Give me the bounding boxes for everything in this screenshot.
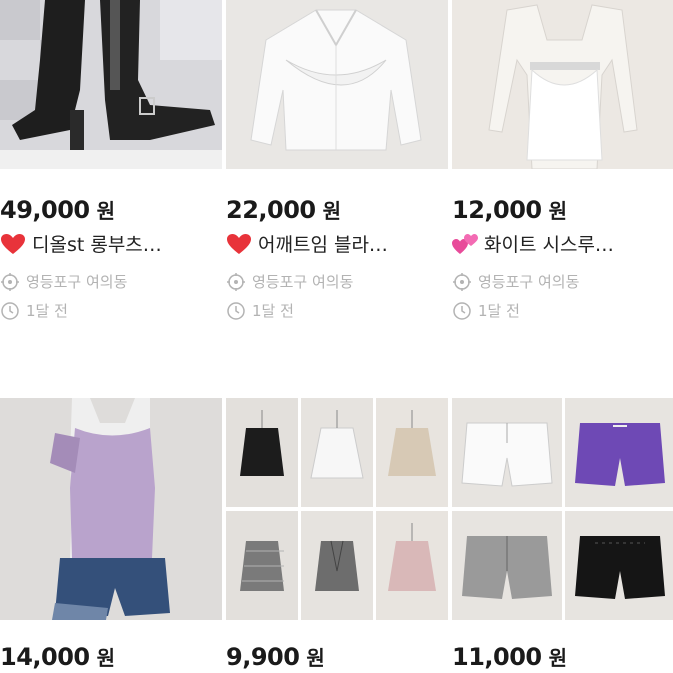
- listing-card[interactable]: 9,900 원: [226, 398, 448, 671]
- listing-title[interactable]: 화이트 시스루…: [452, 230, 673, 257]
- clock-icon: [453, 301, 471, 320]
- listing-card[interactable]: 49,000 원 디올st 롱부츠… 영등포구 여의동 1달 전: [0, 0, 222, 321]
- listing-price: 11,000 원: [452, 643, 567, 671]
- listing-price: 22,000 원: [226, 196, 341, 224]
- listing-photo-dress[interactable]: [452, 0, 673, 169]
- listing-photo-collage-skirts[interactable]: [226, 398, 448, 620]
- listing-price: 12,000 원: [452, 196, 567, 224]
- red-heart-icon: [227, 233, 251, 254]
- listing-location: 영등포구 여의동: [0, 271, 222, 292]
- two-hearts-icon: [452, 233, 478, 254]
- listing-card[interactable]: 22,000 원 어깨트임 블라… 영등포구 여의동 1달 전: [226, 0, 448, 321]
- listing-card[interactable]: 14,000 원: [0, 398, 222, 671]
- listing-photo-collage-shorts[interactable]: [452, 398, 673, 620]
- listing-card[interactable]: 11,000 원: [452, 398, 673, 671]
- listing-time: 1달 전: [226, 300, 448, 321]
- listing-price: 49,000 원: [0, 196, 115, 224]
- listing-title[interactable]: 디올st 롱부츠…: [0, 230, 222, 257]
- listing-price: 14,000 원: [0, 643, 115, 671]
- listing-grid: 49,000 원 디올st 롱부츠… 영등포구 여의동 1달 전 22,000 원: [0, 0, 673, 673]
- listing-photo-top-shorts[interactable]: [0, 398, 222, 620]
- clock-icon: [1, 301, 19, 320]
- listing-time: 1달 전: [0, 300, 222, 321]
- listing-card[interactable]: 12,000 원 화이트 시스루… 영등포구 여의동 1달 전: [452, 0, 673, 321]
- listing-photo-blouse[interactable]: [226, 0, 448, 169]
- location-target-icon: [453, 272, 471, 291]
- clock-icon: [227, 301, 245, 320]
- red-heart-icon: [1, 233, 25, 254]
- listing-time: 1달 전: [452, 300, 673, 321]
- listing-price: 9,900 원: [226, 643, 325, 671]
- listing-title[interactable]: 어깨트임 블라…: [226, 230, 448, 257]
- location-target-icon: [227, 272, 245, 291]
- listing-location: 영등포구 여의동: [226, 271, 448, 292]
- listing-location: 영등포구 여의동: [452, 271, 673, 292]
- listing-photo-boots[interactable]: [0, 0, 222, 169]
- location-target-icon: [1, 272, 19, 291]
